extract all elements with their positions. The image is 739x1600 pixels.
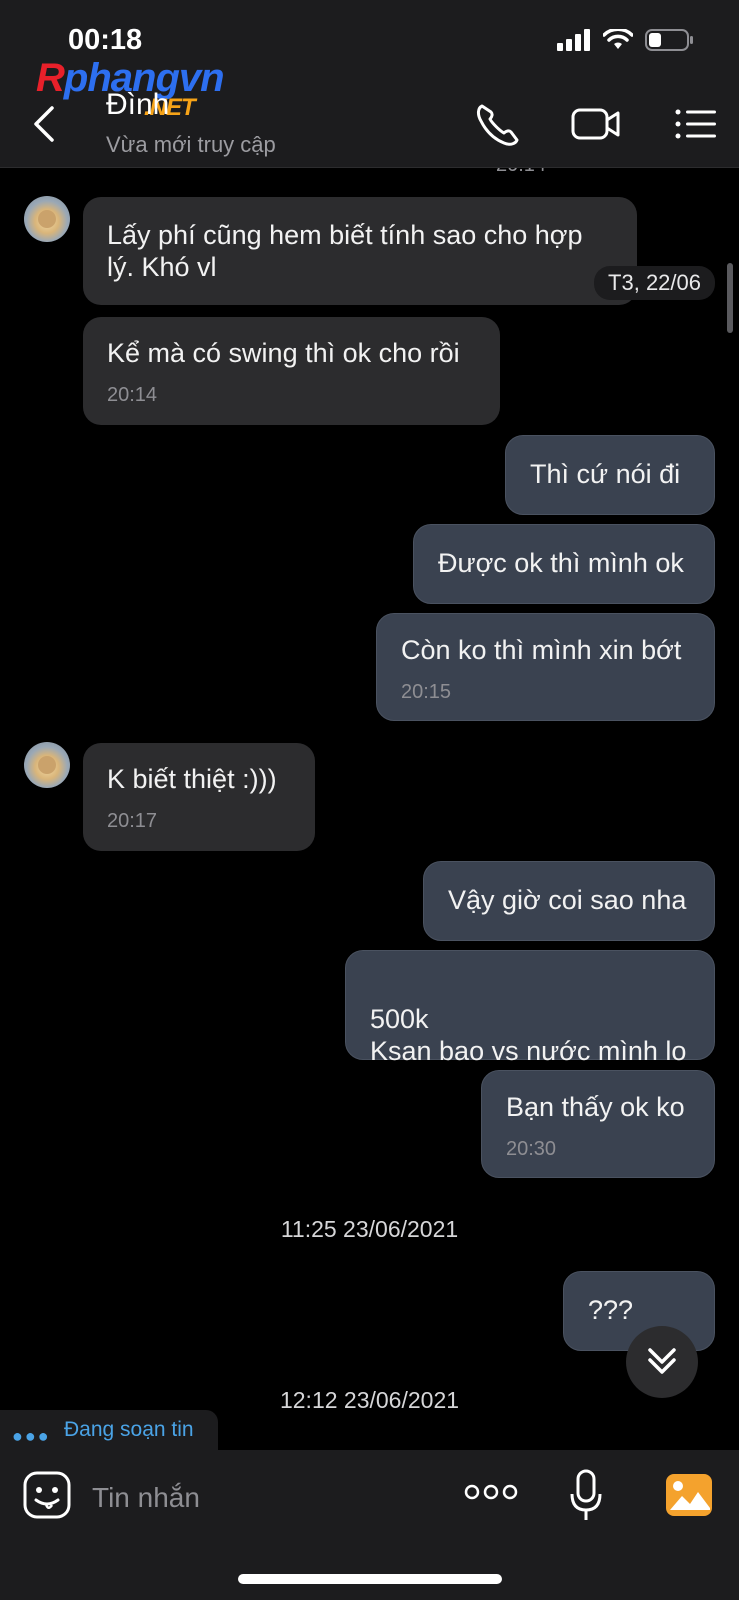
message-bubble-outgoing[interactable]: Vậy giờ coi sao nha bbox=[423, 861, 715, 941]
microphone-icon[interactable] bbox=[568, 1468, 604, 1524]
message-time: 20:30 bbox=[506, 1138, 557, 1160]
message-text: Vậy giờ coi sao nha bbox=[448, 885, 687, 915]
chat-header: 00:18 Rphangvn .NET Đình Vừa mới truy cậ… bbox=[0, 0, 739, 168]
message-bubble-incoming[interactable]: Lấy phí cũng hem biết tính sao cho hợp l… bbox=[83, 197, 637, 305]
message-text: Được ok thì mình ok bbox=[438, 548, 684, 578]
back-arrow-icon[interactable] bbox=[26, 100, 62, 148]
message-text: Thì cứ nói đi bbox=[530, 459, 681, 489]
message-bubble-incoming[interactable]: Kể mà có swing thì ok cho rồi 20:14 bbox=[83, 317, 500, 425]
date-separator: 11:25 23/06/2021 bbox=[280, 1216, 459, 1242]
message-input[interactable] bbox=[92, 1478, 432, 1518]
typing-indicator: ●●● Đang soạn tin bbox=[0, 1410, 218, 1450]
message-text: Còn ko thì mình xin bớt bbox=[401, 635, 682, 665]
double-chevron-down-icon bbox=[648, 1348, 676, 1374]
message-bubble-outgoing[interactable]: Bạn thấy ok ko 20:30 bbox=[481, 1070, 715, 1178]
scrollbar[interactable] bbox=[727, 263, 733, 333]
image-gallery-icon[interactable] bbox=[664, 1472, 714, 1518]
more-options-icon[interactable] bbox=[464, 1480, 518, 1504]
typing-dots-icon: ●●● bbox=[12, 1426, 51, 1446]
date-chip: T3, 22/06 bbox=[594, 266, 715, 300]
message-bubble-outgoing[interactable]: Thì cứ nói đi bbox=[505, 435, 715, 515]
message-text: K biết thiệt :))) bbox=[107, 764, 277, 794]
scroll-to-bottom-button[interactable] bbox=[626, 1326, 698, 1398]
message-time: 20:15 bbox=[401, 681, 452, 703]
home-indicator bbox=[238, 1574, 502, 1584]
avatar[interactable] bbox=[24, 196, 70, 242]
cellular-signal-icon bbox=[557, 29, 590, 51]
message-bubble-outgoing[interactable]: Còn ko thì mình xin bớt 20:15 bbox=[376, 613, 715, 721]
avatar[interactable] bbox=[24, 742, 70, 788]
phone-call-icon[interactable] bbox=[472, 100, 524, 148]
contact-status: Vừa mới truy cập bbox=[106, 132, 276, 157]
message-time: 20:17 bbox=[107, 810, 158, 832]
message-bubble-incoming[interactable]: K biết thiệt :))) 20:17 bbox=[83, 743, 315, 851]
message-time: 20:14 bbox=[107, 384, 158, 406]
message-list[interactable]: 20:14 Lấy phí cũng hem biết tính sao cho… bbox=[0, 168, 739, 1450]
message-text: 500k Ksan bao vs nước mình lo bbox=[370, 1004, 687, 1066]
message-text: Kể mà có swing thì ok cho rồi bbox=[107, 338, 460, 368]
contact-name[interactable]: Đình bbox=[106, 88, 169, 122]
wifi-icon bbox=[603, 29, 633, 49]
typing-label: Đang soạn tin bbox=[64, 1418, 194, 1441]
sticker-emoji-icon[interactable] bbox=[22, 1470, 72, 1520]
message-text: ??? bbox=[588, 1295, 634, 1325]
message-bubble-outgoing[interactable]: 500k Ksan bao vs nước mình lo bbox=[345, 950, 715, 1066]
status-time: 00:18 bbox=[68, 24, 143, 56]
message-text: Lấy phí cũng hem biết tính sao cho hợp l… bbox=[107, 220, 583, 282]
partial-timestamp: 20:14 bbox=[496, 168, 546, 177]
message-bubble-outgoing[interactable]: Được ok thì mình ok bbox=[413, 524, 715, 604]
message-text: Bạn thấy ok ko bbox=[506, 1092, 685, 1122]
video-call-icon[interactable] bbox=[570, 100, 622, 148]
battery-icon bbox=[645, 29, 693, 51]
menu-icon[interactable] bbox=[672, 100, 724, 148]
status-icons bbox=[557, 28, 695, 52]
